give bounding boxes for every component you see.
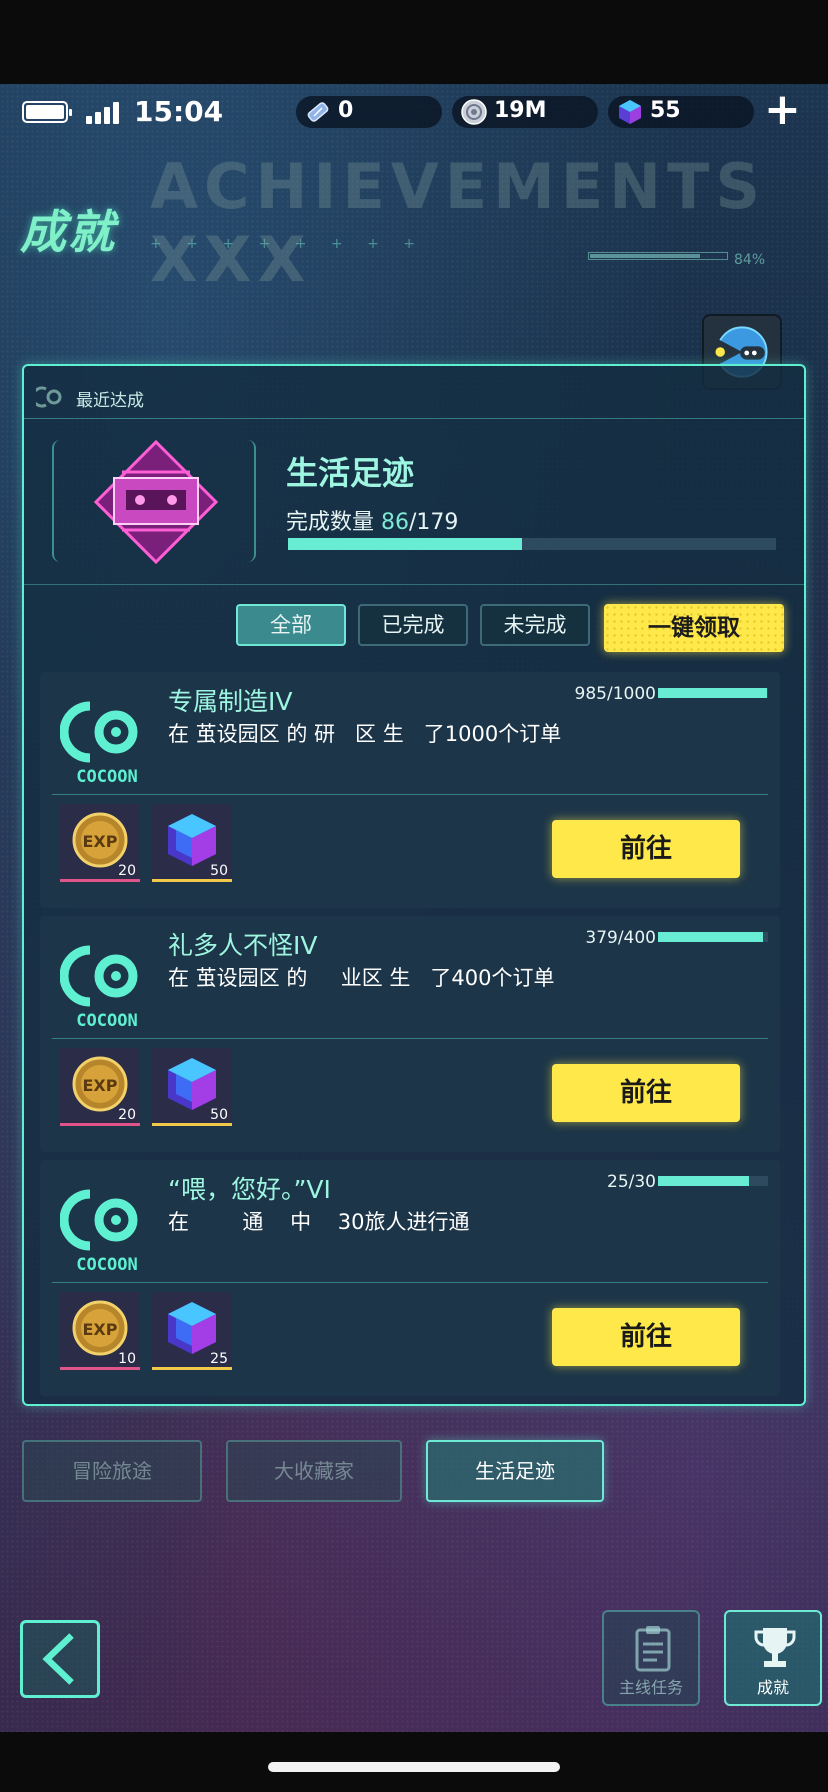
svg-text:EXP: EXP	[83, 1320, 118, 1339]
section-label: 最近达成	[76, 391, 144, 411]
go-button[interactable]: 前往	[552, 1308, 740, 1366]
achievement-title: 礼多人不怪IV	[168, 931, 318, 960]
tab-collector[interactable]: 大收藏家	[226, 1440, 402, 1502]
currency-ticket[interactable]: 0	[296, 96, 442, 128]
battery-icon	[22, 101, 72, 123]
ticket-icon	[307, 102, 329, 122]
achievement-progress-fill	[658, 1176, 750, 1186]
achievement-progress-text: 379/400	[585, 928, 656, 948]
back-arrow-icon	[42, 1633, 74, 1685]
achievement-desc: 在 茧设园区 的 业区 生 了400个订单	[168, 966, 555, 990]
reward-qty: 20	[118, 1107, 136, 1123]
cocoon-small-icon	[36, 386, 62, 408]
tab-life-footprint[interactable]: 生活足迹	[426, 1440, 604, 1502]
achievement-progress-fill	[658, 688, 767, 698]
count-done: 86	[381, 510, 410, 535]
back-button[interactable]	[20, 1620, 100, 1698]
header-deco-bar	[588, 252, 728, 260]
achievement-progress-text: 25/30	[607, 1172, 656, 1192]
achievement-card: COCOON 礼多人不怪IV 在 茧设园区 的 业区 生 了400个订单 379…	[40, 916, 780, 1152]
nav-main-quest[interactable]: 主线任务	[602, 1610, 700, 1706]
achievement-progress-bar	[658, 932, 768, 942]
divider	[52, 1038, 768, 1039]
tab-adventure[interactable]: 冒险旅途	[22, 1440, 202, 1502]
cocoon-logo-icon: COCOON	[60, 945, 138, 1031]
nav-main-quest-label: 主线任务	[618, 1678, 683, 1697]
svg-text:COCOON: COCOON	[76, 1255, 137, 1275]
nav-achievements-label: 成就	[756, 1678, 789, 1697]
home-indicator[interactable]	[268, 1762, 560, 1772]
reward-exp[interactable]: EXP 20	[60, 804, 140, 882]
cassette-badge-icon	[93, 439, 219, 565]
header-deco-percent: 84%	[734, 252, 766, 268]
filter-completed[interactable]: 已完成	[358, 604, 468, 646]
header-deco-text: ACHIEVEMENTS XXX	[150, 150, 767, 296]
achievement-card: COCOON “喂，您好。”VI 在 通 中 30旅人进行通 25/30 EXP…	[40, 1160, 780, 1396]
exp-coin-icon: EXP	[72, 1056, 128, 1112]
reward-exp[interactable]: EXP 10	[60, 1292, 140, 1370]
svg-text:COCOON: COCOON	[76, 767, 137, 787]
divider	[24, 418, 804, 419]
achievement-progress-text: 985/1000	[574, 684, 656, 704]
reward-gem[interactable]: 50	[152, 1048, 232, 1126]
status-bar: 15:04 0 19M 55 +	[0, 88, 828, 132]
page-title: 成就	[20, 205, 116, 259]
exp-coin-icon: EXP	[72, 1300, 128, 1356]
top-bezel	[0, 0, 828, 84]
achievement-title: 专属制造IV	[168, 687, 293, 716]
category-progress-fill	[288, 538, 523, 550]
filter-all[interactable]: 全部	[236, 604, 346, 646]
category-progress-bar	[288, 538, 776, 550]
gem-cube-icon	[168, 814, 216, 866]
reward-qty: 50	[210, 1107, 228, 1123]
divider	[52, 794, 768, 795]
achievement-progress-fill	[658, 932, 763, 942]
count-total: /179	[409, 510, 459, 535]
reward-qty: 20	[118, 863, 136, 879]
reward-gem[interactable]: 25	[152, 1292, 232, 1370]
currency-coin[interactable]: 19M	[452, 96, 598, 128]
reward-qty: 25	[210, 1351, 228, 1367]
cocoon-logo-icon: COCOON	[60, 1189, 138, 1275]
category-title: 生活足迹	[286, 454, 415, 492]
divider	[52, 1282, 768, 1283]
go-button[interactable]: 前往	[552, 820, 740, 878]
currency-gem[interactable]: 55	[608, 96, 754, 128]
trophy-icon	[754, 1628, 796, 1667]
svg-text:EXP: EXP	[83, 1076, 118, 1095]
gem-cube-icon	[168, 1058, 216, 1110]
achievement-desc: 在 通 中 30旅人进行通	[168, 1210, 470, 1234]
clipboard-icon	[635, 1626, 671, 1672]
achievement-desc: 在 茧设园区 的 研 区 生 了1000个订单	[168, 722, 562, 746]
gem-icon	[619, 100, 641, 124]
achievement-title: “喂，您好。”VI	[168, 1175, 331, 1204]
filter-incomplete[interactable]: 未完成	[480, 604, 590, 646]
category-count: 完成数量 86/179	[286, 504, 458, 536]
cocoon-logo-icon: COCOON	[60, 701, 138, 787]
reward-gem[interactable]: 50	[152, 804, 232, 882]
add-currency-button[interactable]: +	[764, 88, 801, 132]
gem-cube-icon	[168, 1302, 216, 1354]
reward-qty: 50	[210, 863, 228, 879]
gem-count: 55	[650, 98, 681, 123]
coin-icon	[461, 99, 487, 125]
coin-count: 19M	[494, 98, 547, 123]
header-deco-ticks: + + + + + + + +	[150, 236, 425, 252]
go-button[interactable]: 前往	[552, 1064, 740, 1122]
ticket-count: 0	[338, 98, 354, 123]
svg-text:EXP: EXP	[83, 832, 118, 851]
svg-text:COCOON: COCOON	[76, 1011, 137, 1031]
claim-all-button[interactable]: 一键领取	[604, 604, 784, 652]
exp-coin-icon: EXP	[72, 812, 128, 868]
reward-qty: 10	[118, 1351, 136, 1367]
clock: 15:04	[134, 95, 224, 128]
nav-achievements[interactable]: 成就	[724, 1610, 822, 1706]
signal-icon	[86, 100, 126, 124]
count-label: 完成数量	[286, 510, 375, 535]
achievement-progress-bar	[658, 688, 768, 698]
achievement-progress-bar	[658, 1176, 768, 1186]
divider	[24, 584, 804, 585]
reward-exp[interactable]: EXP 20	[60, 1048, 140, 1126]
achievement-card: COCOON 专属制造IV 在 茧设园区 的 研 区 生 了1000个订单 98…	[40, 672, 780, 908]
